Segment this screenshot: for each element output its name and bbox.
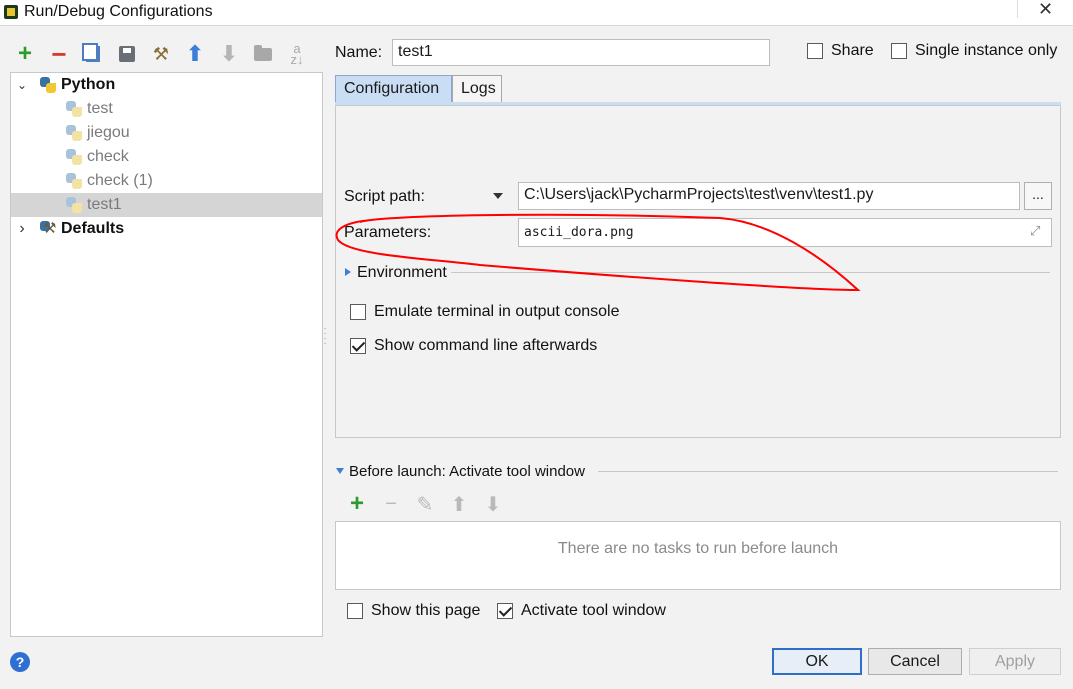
splitter-handle[interactable]: · · · · [323,324,327,349]
tree-item[interactable]: check (1) [11,169,322,193]
python-file-icon [65,124,83,142]
window-title: Run/Debug Configurations [24,3,213,20]
tree-item-label: jiegou [87,124,130,141]
tree-item[interactable]: test [11,97,322,121]
script-path-field[interactable]: C:\Users\jack\PycharmProjects\test\venv\… [518,182,1020,210]
expand-icon[interactable]: ⤢ [1030,223,1040,239]
empty-tasks-text: There are no tasks to run before launch [557,540,839,557]
show-page-label: Show this page [371,602,481,619]
defaults-icon [39,219,57,238]
cancel-button[interactable]: Cancel [868,648,962,675]
tree-item[interactable]: check [11,145,322,169]
move-up-icon[interactable]: ⬆ [178,40,212,68]
chevron-down-icon[interactable] [336,468,344,474]
tree-group-label: Python [61,76,116,93]
tree-item-selected[interactable]: test1 [11,193,322,217]
save-icon[interactable] [110,40,144,68]
tree-item-label: check [87,148,129,165]
show-command-line-checkbox[interactable] [350,338,366,354]
before-launch-toolbar: + − ✎ ⬆ ⬇ [340,490,510,517]
python-file-icon [65,100,83,118]
tree-group-defaults[interactable]: › Defaults [11,217,322,241]
move-down-icon[interactable]: ⬇ [476,492,510,516]
python-file-icon [65,196,83,214]
tree-item-label: test [87,100,113,117]
share-checkbox[interactable] [807,43,823,59]
tab-logs[interactable]: Logs [452,75,502,103]
share-label: Share [831,42,874,59]
apply-button[interactable]: Apply [969,648,1061,675]
tree-group-python[interactable]: ⌄ Python [11,73,322,97]
show-page-checkbox[interactable] [347,603,363,619]
remove-task-icon[interactable]: − [374,492,408,516]
move-down-icon[interactable]: ⬇ [212,40,246,68]
python-icon [39,76,57,94]
add-icon[interactable]: + [8,40,42,68]
add-task-icon[interactable]: + [340,490,374,517]
script-path-label: Script path: [344,188,425,205]
name-field[interactable]: test1 [392,39,770,66]
single-instance-label: Single instance only [915,42,1058,59]
move-up-icon[interactable]: ⬆ [442,492,476,516]
tree-item[interactable]: jiegou [11,121,322,145]
tree-group-label: Defaults [61,220,125,237]
pycharm-logo-icon [4,5,18,19]
environment-section[interactable]: Environment [357,264,447,282]
edit-defaults-icon[interactable]: ⚒ [144,40,178,68]
chevron-right-icon[interactable]: › [15,221,29,237]
copy-icon[interactable] [76,40,110,68]
before-launch-divider [598,471,1058,472]
tab-configuration[interactable]: Configuration [335,75,452,103]
name-label: Name: [335,44,383,61]
tree-item-label: check (1) [87,172,153,189]
configuration-tree: ⌄ Python test jiegou check check (1) tes… [10,72,323,637]
python-file-icon [65,172,83,190]
show-command-line-label: Show command line afterwards [374,337,598,354]
title-bar: Run/Debug Configurations ✕ [0,0,1073,26]
activate-tool-window-label: Activate tool window [521,602,666,619]
sort-icon[interactable]: a z↓ [280,40,314,68]
chevron-right-icon[interactable] [345,268,351,276]
before-launch-list: There are no tasks to run before launch [335,521,1061,590]
browse-button[interactable]: ... [1024,182,1052,210]
help-button[interactable]: ? [10,652,30,672]
ok-button[interactable]: OK [772,648,862,675]
parameters-label: Parameters: [344,224,432,241]
config-toolbar: + − ⚒ ⬆ ⬇ a z↓ [8,39,314,69]
single-instance-checkbox[interactable] [891,43,907,59]
folder-icon[interactable] [246,40,280,68]
environment-divider [451,272,1050,273]
remove-icon[interactable]: − [42,39,76,69]
chevron-down-icon[interactable]: ⌄ [15,78,29,92]
target-type-dropdown-icon[interactable] [493,193,503,199]
python-file-icon [65,148,83,166]
close-button[interactable]: ✕ [1017,0,1073,18]
parameters-field[interactable]: ascii_dora.png [518,218,1052,247]
activate-tool-window-checkbox[interactable] [497,603,513,619]
emulate-terminal-label: Emulate terminal in output console [374,303,620,320]
tree-item-label: test1 [87,196,122,213]
before-launch-title[interactable]: Before launch: Activate tool window [349,463,585,480]
edit-task-icon[interactable]: ✎ [408,492,442,516]
emulate-terminal-checkbox[interactable] [350,304,366,320]
